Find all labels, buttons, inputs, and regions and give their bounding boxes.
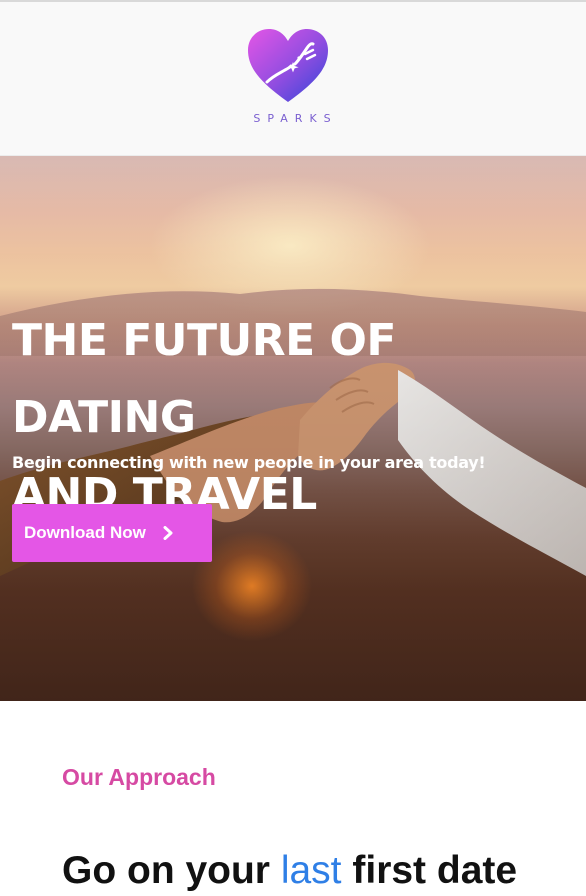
heart-hands-logo-icon [248,29,328,102]
page: SPARKS THE FUTURE OF DATING AND TRAVEL B… [0,0,586,896]
hero-title: THE FUTURE OF DATING AND TRAVEL [12,302,578,533]
download-now-label: Download Now [24,523,146,542]
approach-label: Our Approach [62,764,216,790]
approach-heading: Go on your last first date [62,847,517,895]
site-header: SPARKS [0,2,586,156]
hero-subtitle: Begin connecting with new people in your… [12,453,486,472]
download-now-button[interactable]: Download Now [12,504,212,562]
approach-heading-start: Go on your [62,849,281,892]
hero-title-line-1: THE FUTURE OF DATING [12,315,396,443]
approach-heading-highlight: last [280,849,342,892]
approach-section: Our Approach Go on your last first date [0,701,586,896]
approach-heading-end: first date [341,849,518,892]
brand-name: SPARKS [253,112,338,125]
brand-logo[interactable]: SPARKS [236,28,350,132]
chevron-right-icon [163,526,173,540]
hero-section: THE FUTURE OF DATING AND TRAVEL Begin co… [0,156,586,701]
